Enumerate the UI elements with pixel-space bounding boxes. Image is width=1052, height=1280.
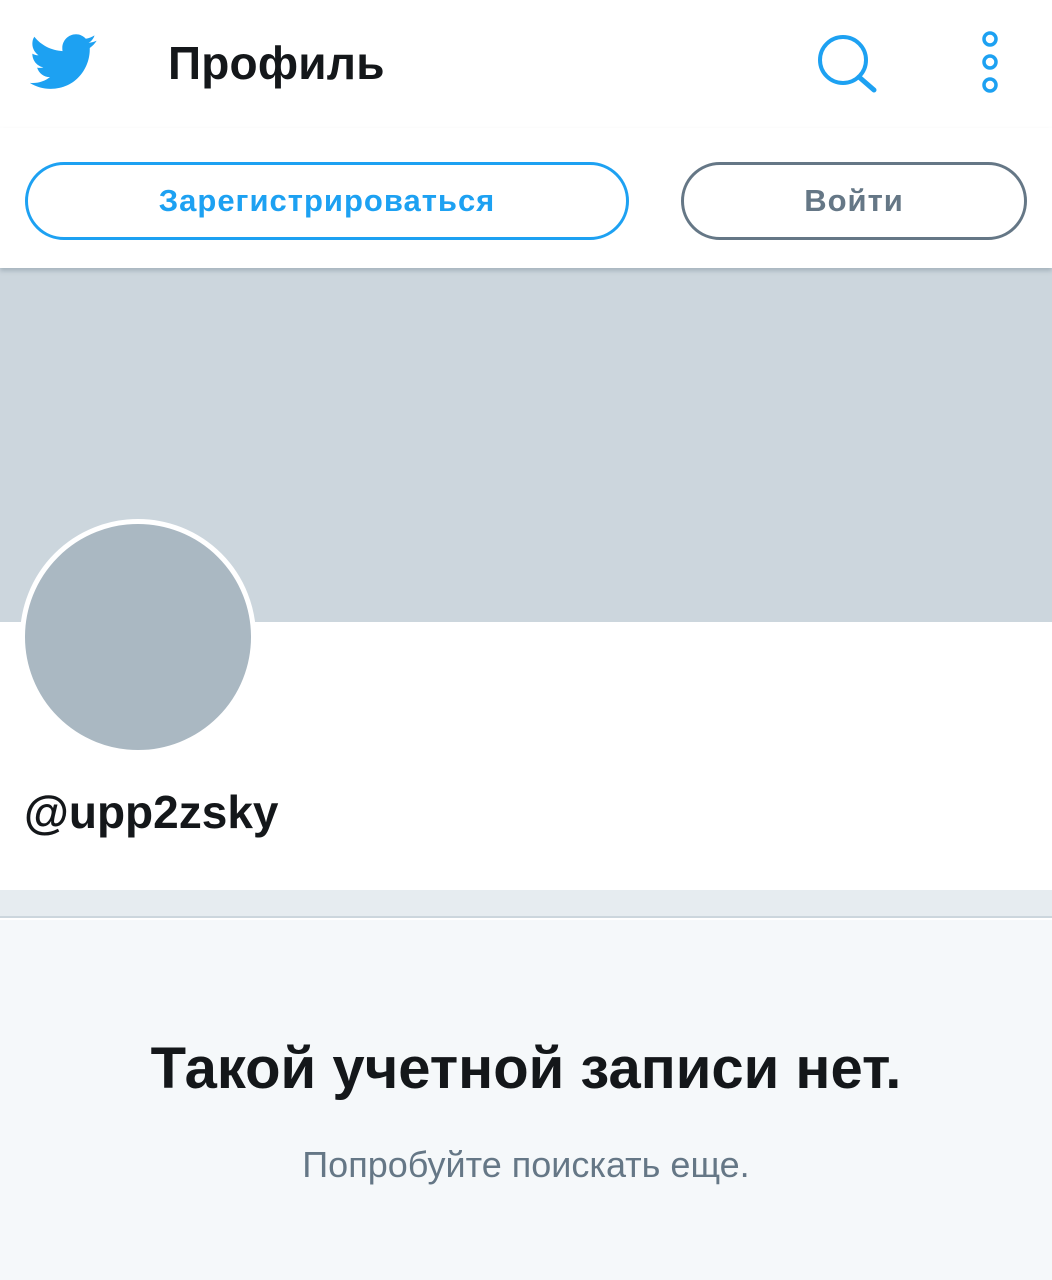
search-icon[interactable]	[812, 30, 882, 96]
avatar[interactable]	[20, 519, 256, 755]
top-bar: Профиль	[0, 0, 1052, 128]
login-button[interactable]: Войти	[681, 162, 1027, 240]
page-title: Профиль	[168, 37, 385, 89]
profile-page: Профиль Зарегистрироваться Войти @upp2zs…	[0, 0, 1052, 1280]
section-divider	[0, 890, 1052, 918]
empty-state: Такой учетной записи нет. Попробуйте пои…	[0, 920, 1052, 1280]
empty-state-title: Такой учетной записи нет.	[150, 1036, 902, 1101]
more-vertical-icon[interactable]	[972, 28, 1008, 98]
empty-state-subtitle: Попробуйте поискать еще.	[302, 1144, 750, 1185]
twitter-bird-icon[interactable]	[30, 34, 98, 90]
profile-handle: @upp2zsky	[24, 786, 279, 838]
auth-buttons-row: Зарегистрироваться Войти	[0, 128, 1052, 268]
signup-button[interactable]: Зарегистрироваться	[25, 162, 629, 240]
